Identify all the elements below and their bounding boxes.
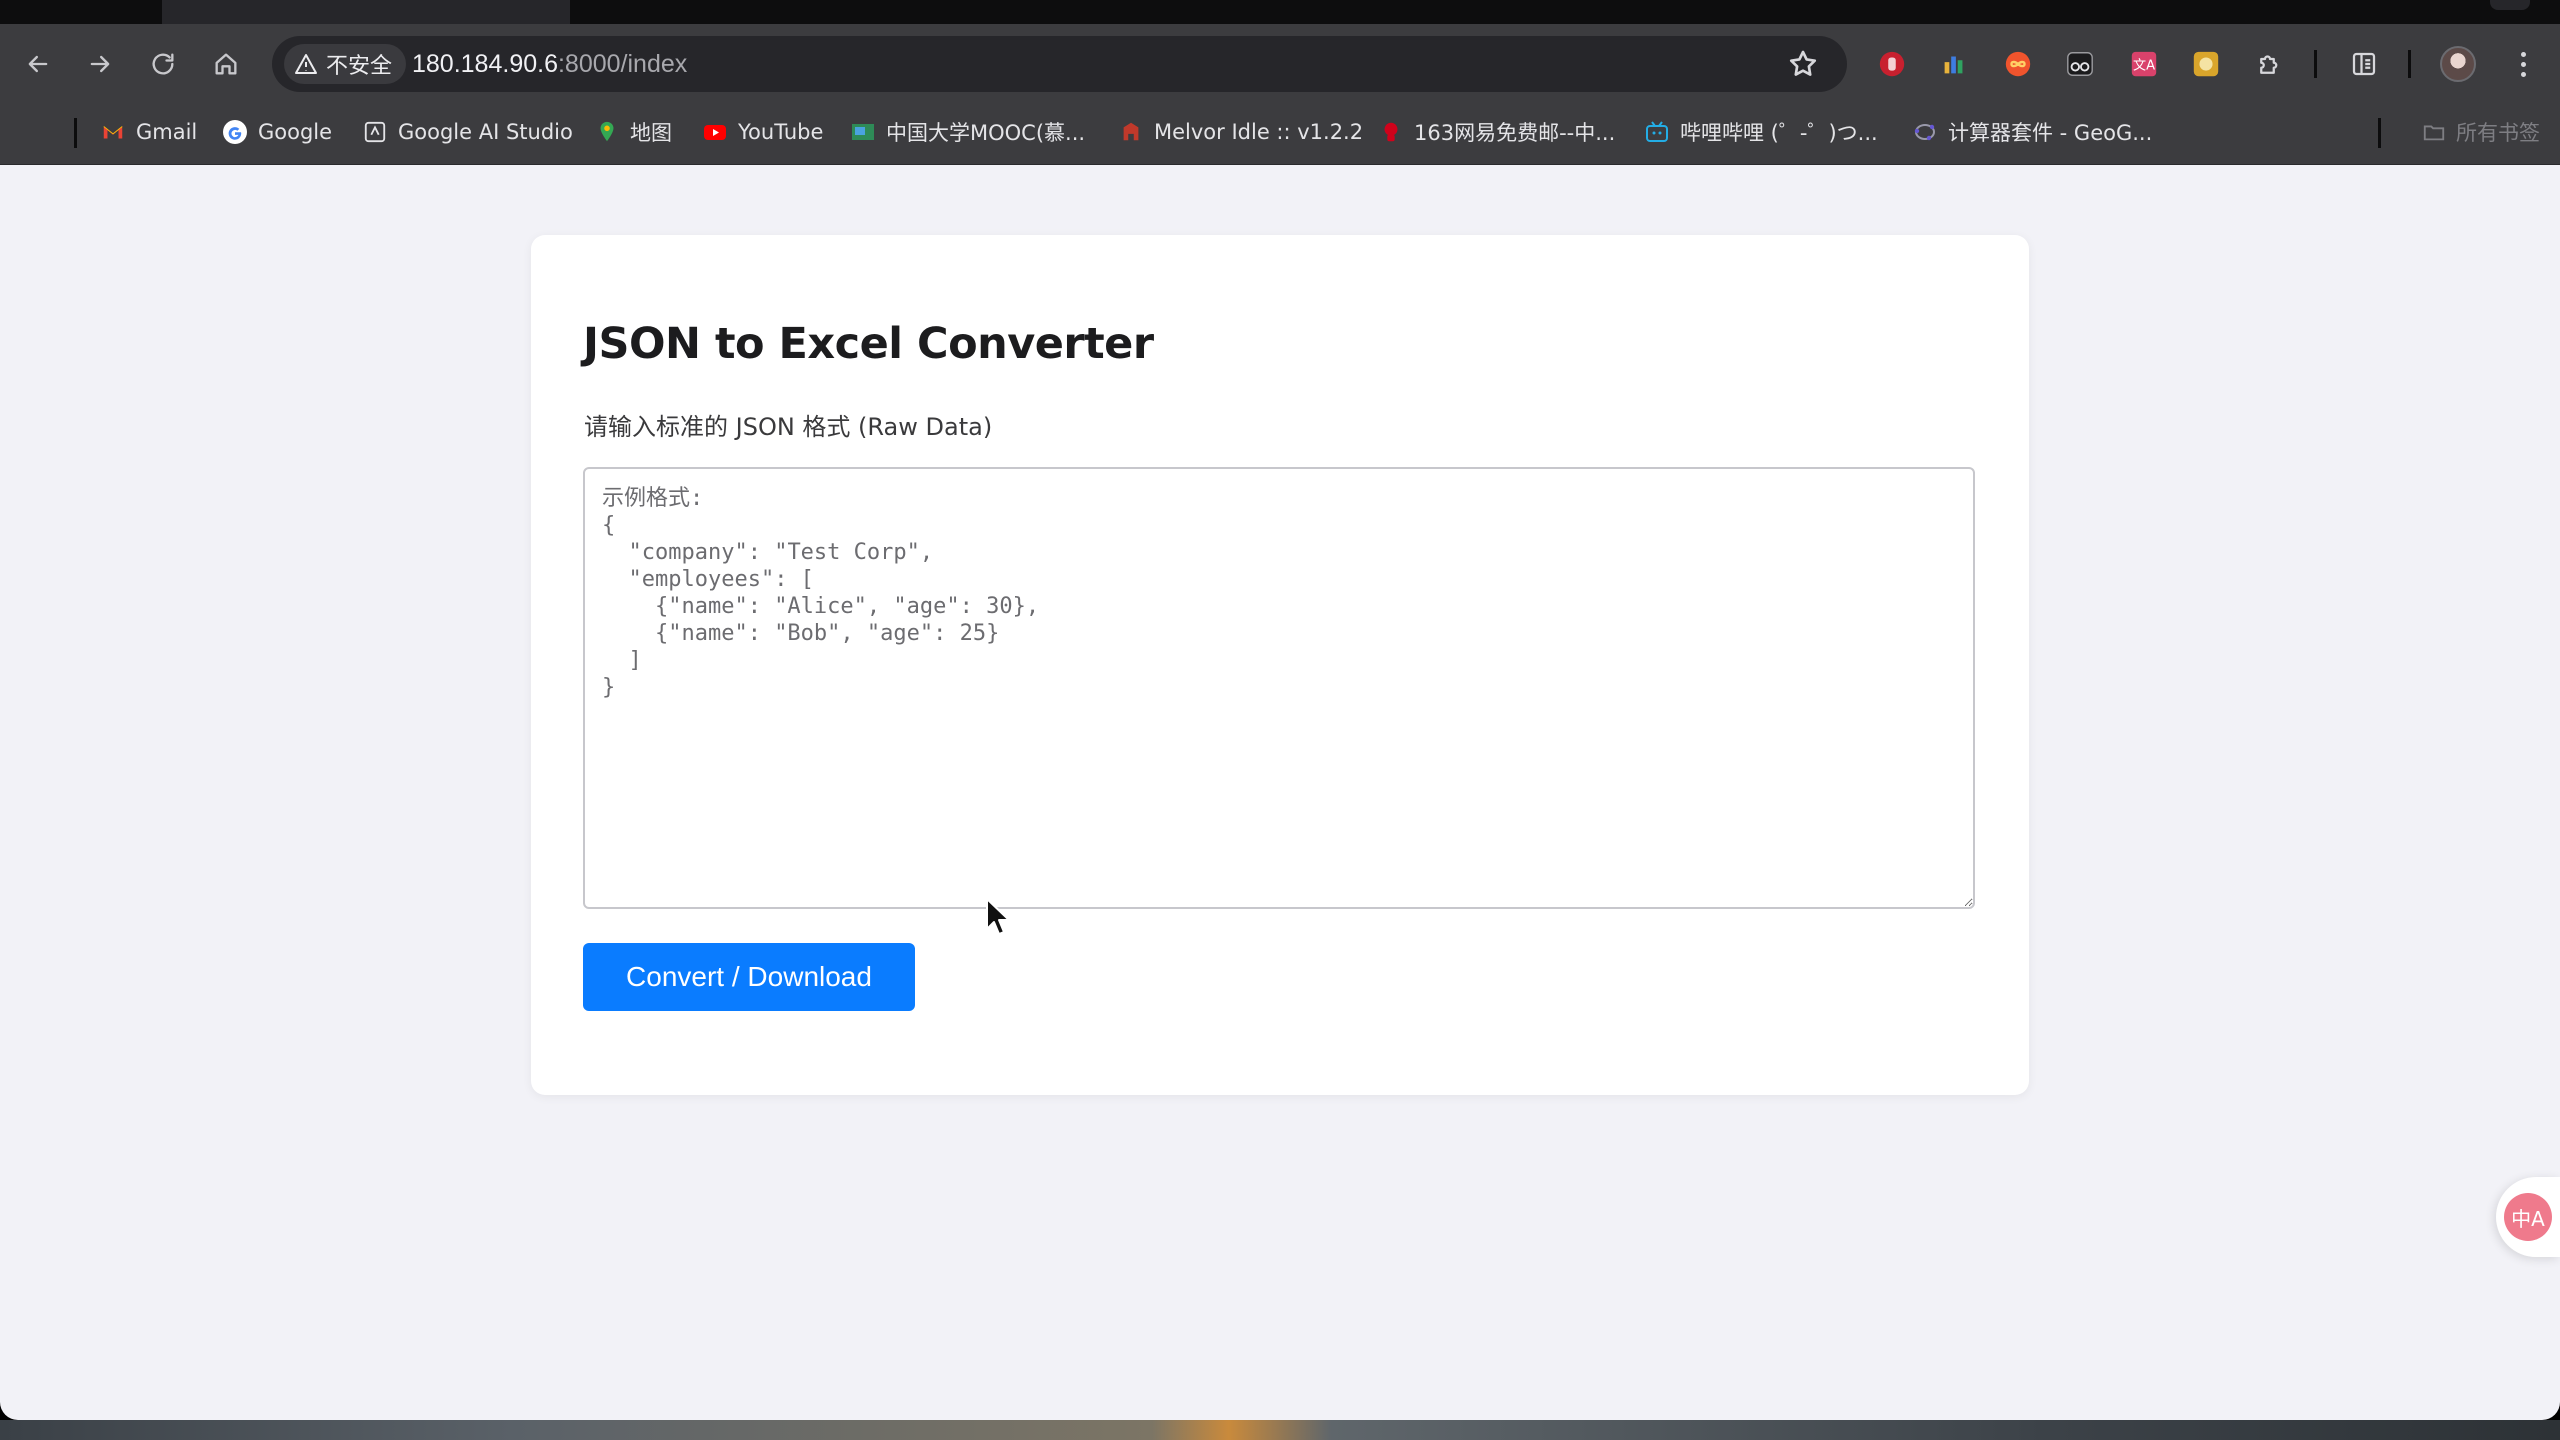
star-icon [1789, 50, 1817, 76]
svg-text:文A: 文A [2133, 58, 2155, 74]
json-input-label: 请输入标准的 JSON 格式 (Raw Data) [584, 413, 993, 441]
menu-dot-icon [2520, 61, 2526, 67]
extension-chart-icon[interactable] [1938, 48, 1970, 80]
bookmark-youtube[interactable]: YouTube [702, 114, 823, 150]
geogebra-icon [1912, 119, 1938, 145]
bookmark-label: Gmail [136, 120, 198, 144]
bookmark-maps[interactable]: 地图 [594, 114, 672, 150]
ai-studio-icon [362, 119, 388, 145]
all-bookmarks-label: 所有书签 [2456, 121, 2540, 145]
google-icon [222, 119, 248, 145]
extensions-puzzle-icon[interactable] [2254, 48, 2286, 80]
bookmark-melvor-idle[interactable]: Melvor Idle :: v1.2.2 [1118, 114, 1363, 150]
reading-list-icon[interactable] [2348, 48, 2380, 80]
address-bar[interactable]: 不安全 180.184.90.6:8000/index [272, 36, 1847, 92]
reload-button[interactable] [143, 44, 183, 84]
desktop-dock-strip [0, 1420, 2560, 1440]
arrow-right-icon [90, 55, 110, 73]
converter-card: JSON to Excel Converter 请输入标准的 JSON 格式 (… [531, 235, 2029, 1095]
browser-menu-button[interactable] [2508, 46, 2538, 82]
maps-pin-icon [594, 119, 620, 145]
bookmark-label: 地图 [630, 121, 672, 145]
page-content: JSON to Excel Converter 请输入标准的 JSON 格式 (… [0, 165, 2560, 1420]
mouse-cursor-icon [986, 898, 1010, 935]
all-bookmarks-button[interactable]: 所有书签 [2422, 114, 2540, 150]
bookmark-google[interactable]: Google [222, 114, 332, 150]
convert-download-button[interactable]: Convert / Download [583, 943, 915, 1011]
gmail-icon [100, 119, 126, 145]
menu-dot-icon [2520, 51, 2526, 57]
melvor-icon [1118, 119, 1144, 145]
bookmark-mooc[interactable]: 中国大学MOOC(慕... [850, 114, 1085, 150]
url-path: :8000/index [557, 50, 688, 78]
arrow-left-icon [28, 55, 48, 73]
translate-floating-button[interactable]: 中A [2496, 1177, 2560, 1257]
netease-mail-icon [1378, 119, 1404, 145]
bookmark-label: 中国大学MOOC(慕... [886, 121, 1086, 145]
extension-glasses-icon[interactable] [2064, 48, 2096, 80]
warning-triangle-icon [295, 54, 317, 74]
youtube-icon [702, 119, 728, 145]
back-button[interactable] [18, 44, 58, 84]
forward-button[interactable] [80, 44, 120, 84]
bookmark-geogebra[interactable]: 计算器套件 - GeoG... [1912, 114, 2152, 150]
bookmark-label: Melvor Idle :: v1.2.2 [1154, 120, 1364, 144]
bookmarks-divider [74, 118, 77, 148]
page-title: JSON to Excel Converter [583, 319, 1154, 369]
toolbar-divider [2314, 50, 2317, 78]
browser-toolbar: 不安全 180.184.90.6:8000/index 文A [0, 24, 2560, 104]
bookmark-label: YouTube [738, 120, 824, 144]
bookmark-label: 哔哩哔哩 (゜-゜)つ... [1680, 121, 1878, 145]
bookmark-label: Google AI Studio [398, 120, 573, 144]
bookmark-163-mail[interactable]: 163网易免费邮--中... [1378, 114, 1615, 150]
json-input[interactable] [583, 467, 1975, 909]
extension-infinity-icon[interactable] [2002, 48, 2034, 80]
home-button[interactable] [206, 44, 246, 84]
browser-window: 不安全 180.184.90.6:8000/index 文A Gmail Goo… [0, 0, 2560, 1440]
toolbar-divider [2408, 50, 2411, 78]
folder-icon [2422, 119, 2448, 145]
tab-strip-edge [2490, 0, 2530, 10]
bilibili-icon [1644, 119, 1670, 145]
bookmark-label: 163网易免费邮--中... [1414, 121, 1616, 145]
profile-avatar[interactable] [2440, 46, 2476, 82]
bookmark-label: Google [258, 120, 333, 144]
security-label: 不安全 [326, 54, 393, 79]
bookmark-gmail[interactable]: Gmail [100, 114, 197, 150]
bookmarks-divider [2378, 118, 2381, 148]
url-host: 180.184.90.6 [412, 50, 558, 78]
active-tab[interactable] [162, 0, 570, 24]
bookmarks-bar: Gmail Google Google AI Studio 地图 YouTube [0, 104, 2560, 165]
bookmark-google-ai-studio[interactable]: Google AI Studio [362, 114, 573, 150]
extension-yellow-icon[interactable] [2190, 48, 2222, 80]
bookmark-star-button[interactable] [1787, 48, 1819, 80]
bookmark-label: 计算器套件 - GeoG... [1948, 121, 2153, 145]
extension-translate-icon[interactable]: 文A [2128, 48, 2160, 80]
home-icon [215, 53, 237, 75]
extension-stop-hand-icon[interactable] [1876, 48, 1908, 80]
bookmark-bilibili[interactable]: 哔哩哔哩 (゜-゜)つ... [1644, 114, 1878, 150]
url-text[interactable]: 180.184.90.6:8000/index [412, 36, 687, 92]
security-indicator[interactable]: 不安全 [284, 44, 407, 84]
translate-icon: 中A [2504, 1193, 2552, 1241]
reload-icon [152, 53, 174, 75]
menu-dot-icon [2520, 71, 2526, 77]
tab-strip [0, 0, 2560, 24]
mooc-icon [850, 119, 876, 145]
